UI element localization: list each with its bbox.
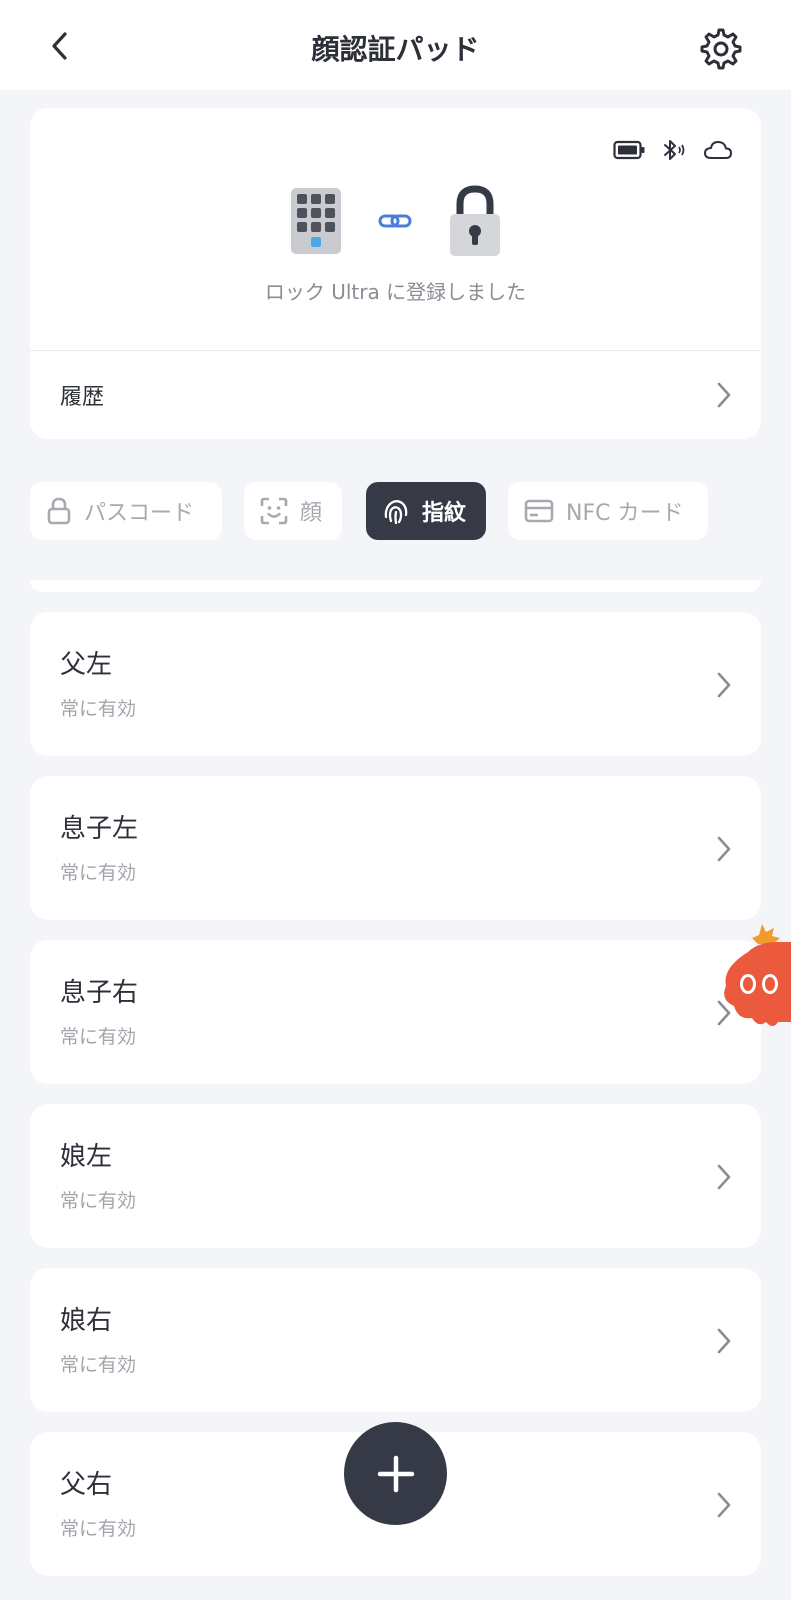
card-icon: [524, 498, 554, 524]
list-item[interactable]: 息子左 常に有効: [30, 776, 761, 920]
fingerprint-icon: [382, 497, 410, 525]
history-label: 履歴: [60, 385, 105, 410]
page-title: 顔認証パッド: [311, 33, 480, 66]
lock-icon: [46, 497, 72, 525]
entry-validity: 常に有効: [60, 698, 137, 720]
chevron-right-icon: [717, 382, 731, 408]
list-item[interactable]: 父左 常に有効: [30, 612, 761, 756]
tab-fingerprint[interactable]: 指紋: [366, 482, 486, 540]
history-row[interactable]: 履歴: [30, 351, 761, 439]
entry-validity: 常に有効: [60, 1026, 137, 1048]
tab-label: パスコード: [84, 501, 195, 526]
tab-nfc-card[interactable]: NFC カード: [508, 482, 708, 540]
tab-label: NFC カード: [566, 501, 684, 526]
tab-label: 顔: [300, 501, 323, 526]
padlock-icon: [448, 184, 502, 262]
battery-icon: [613, 140, 645, 164]
assistant-mascot[interactable]: [718, 918, 791, 1030]
entry-validity: 常に有効: [60, 1518, 137, 1540]
entry-validity: 常に有効: [60, 862, 137, 884]
chevron-right-icon: [717, 1328, 731, 1354]
entry-name: 娘左: [60, 1142, 113, 1172]
bluetooth-icon: [661, 138, 687, 166]
device-pairing: [30, 184, 761, 262]
tab-face[interactable]: 顔: [244, 482, 342, 540]
add-fingerprint-button[interactable]: [344, 1422, 447, 1525]
device-status-icons: [613, 138, 733, 166]
tab-label: 指紋: [422, 501, 467, 526]
entry-name: 息子左: [60, 814, 139, 844]
chevron-right-icon: [717, 1164, 731, 1190]
chevron-right-icon: [717, 1492, 731, 1518]
entry-validity: 常に有効: [60, 1190, 137, 1212]
tab-passcode[interactable]: パスコード: [30, 482, 222, 540]
entry-name: 父右: [60, 1470, 113, 1500]
entry-validity: 常に有効: [60, 1354, 137, 1376]
top-bar: 顔認証パッド: [0, 0, 791, 90]
entry-name: 息子右: [60, 978, 139, 1008]
gear-icon: [700, 28, 742, 70]
link-icon: [378, 211, 412, 235]
plus-icon: [377, 1455, 414, 1492]
list-item-partial: [30, 580, 761, 592]
settings-button[interactable]: [700, 28, 742, 70]
chevron-right-icon: [717, 836, 731, 862]
device-card: ロック Ultra に登録しました 履歴: [30, 108, 761, 439]
entry-name: 娘右: [60, 1306, 113, 1336]
list-item[interactable]: 息子右 常に有効: [30, 940, 761, 1084]
list-item[interactable]: 娘右 常に有効: [30, 1268, 761, 1412]
entry-name: 父左: [60, 650, 113, 680]
link-status-text: ロック Ultra に登録しました: [264, 280, 527, 304]
mascot-icon: [724, 924, 791, 1026]
face-scan-icon: [260, 497, 288, 525]
chevron-right-icon: [717, 672, 731, 698]
list-item[interactable]: 娘左 常に有効: [30, 1104, 761, 1248]
cloud-icon: [703, 139, 733, 165]
keypad-icon: [290, 187, 342, 259]
